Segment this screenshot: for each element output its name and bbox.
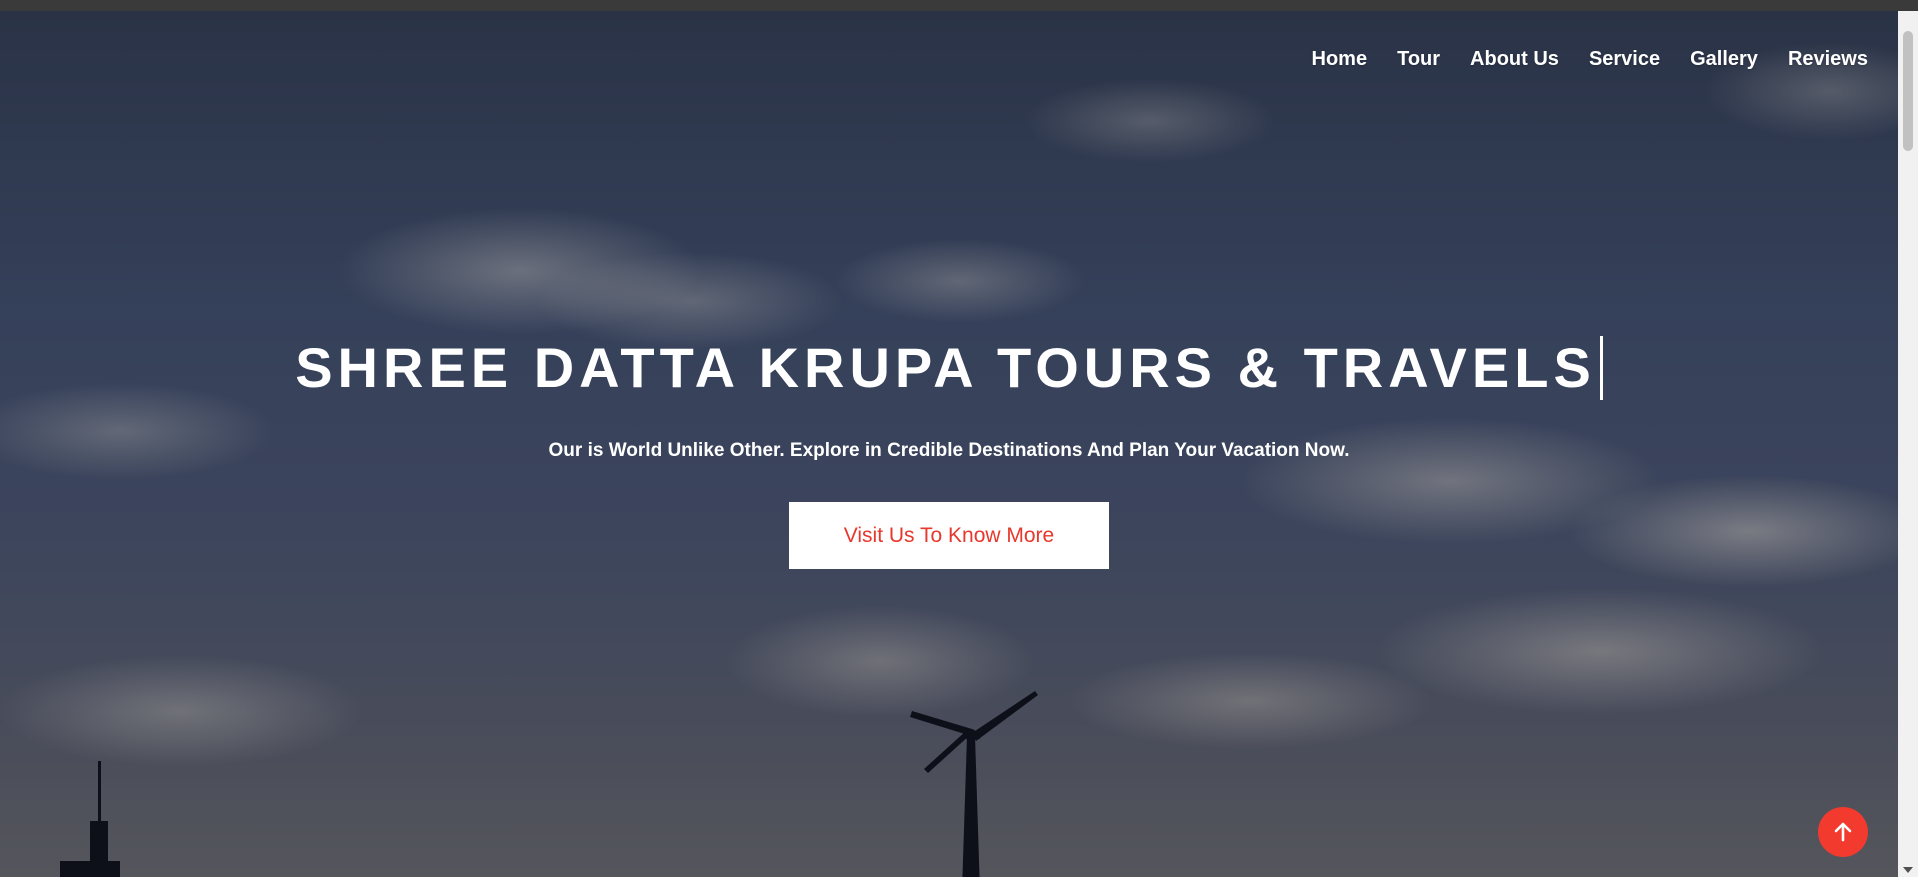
nav-item-tour[interactable]: Tour — [1397, 48, 1440, 71]
scrollbar-thumb[interactable] — [1903, 31, 1913, 151]
page-scrollbar[interactable] — [1898, 11, 1918, 877]
hero-section: Home Tour About Us Service Gallery Revie… — [0, 11, 1898, 877]
scroll-to-top-button[interactable] — [1818, 807, 1868, 857]
scroll-down-arrow-icon[interactable] — [1903, 867, 1913, 873]
hero-subtitle: Our is World Unlike Other. Explore in Cr… — [548, 440, 1350, 461]
nav-item-gallery[interactable]: Gallery — [1690, 48, 1758, 71]
hero-title: SHREE DATTA KRUPA TOURS & TRAVELS — [295, 336, 1596, 399]
nav-item-home[interactable]: Home — [1312, 48, 1368, 71]
nav-item-reviews[interactable]: Reviews — [1788, 48, 1868, 71]
nav-item-service[interactable]: Service — [1589, 48, 1660, 71]
main-nav: Home Tour About Us Service Gallery Revie… — [1282, 48, 1868, 71]
hero-title-wrap: SHREE DATTA KRUPA TOURS & TRAVELS — [0, 336, 1898, 404]
browser-top-bar — [0, 0, 1918, 11]
nav-item-about-us[interactable]: About Us — [1470, 48, 1559, 71]
wind-turbine-image — [910, 691, 1038, 877]
arrow-up-icon — [1834, 822, 1852, 842]
visit-us-button[interactable]: Visit Us To Know More — [789, 502, 1109, 569]
typing-caret — [1599, 336, 1603, 401]
tower-silhouette — [60, 761, 120, 877]
